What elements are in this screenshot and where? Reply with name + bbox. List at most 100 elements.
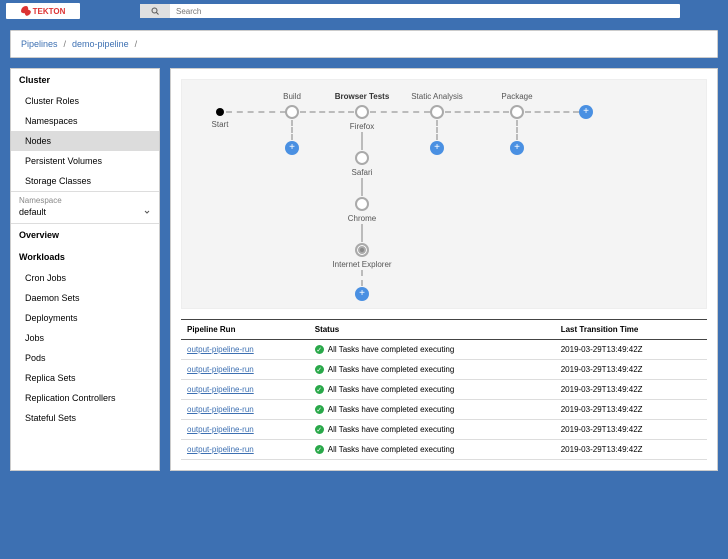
search-wrap: [140, 4, 680, 18]
edge: [370, 111, 430, 113]
edge: [516, 120, 518, 140]
sidebar-item-pods[interactable]: Pods: [11, 348, 159, 368]
col-last-transition: Last Transition Time: [555, 320, 707, 340]
success-icon: ✓: [315, 405, 324, 414]
edge: [361, 178, 363, 196]
col-status: Status: [309, 320, 555, 340]
start-label: Start: [212, 120, 229, 129]
breadcrumb: Pipelines / demo-pipeline /: [10, 30, 718, 58]
edge: [525, 111, 579, 113]
sidebar-item-jobs[interactable]: Jobs: [11, 328, 159, 348]
success-icon: ✓: [315, 385, 324, 394]
col-static-analysis: Static Analysis: [411, 92, 463, 101]
edge: [300, 111, 354, 113]
logo: TEKTON: [6, 3, 80, 19]
node-build[interactable]: [285, 105, 299, 119]
pipeline-run-link[interactable]: output-pipeline-run: [187, 365, 254, 374]
sidebar-item-persistent-volumes[interactable]: Persistent Volumes: [11, 151, 159, 171]
sidebar-cluster-head: Cluster: [11, 69, 159, 91]
status-text: All Tasks have completed executing: [328, 445, 455, 454]
edge: [361, 132, 363, 150]
main-panel: Build Browser Tests Static Analysis Pack…: [170, 68, 718, 471]
col-browser-tests: Browser Tests: [335, 92, 390, 101]
col-pipeline-run: Pipeline Run: [181, 320, 309, 340]
edge: [436, 120, 438, 140]
pipeline-runs-table: Pipeline Run Status Last Transition Time…: [181, 319, 707, 460]
success-icon: ✓: [315, 445, 324, 454]
namespace-selector[interactable]: Namespace default: [11, 191, 159, 224]
sidebar-item-stateful-sets[interactable]: Stateful Sets: [11, 408, 159, 428]
node-chrome[interactable]: [355, 197, 369, 211]
sidebar-item-nodes[interactable]: Nodes: [11, 131, 159, 151]
transition-time: 2019-03-29T13:49:42Z: [555, 400, 707, 420]
success-icon: ✓: [315, 425, 324, 434]
node-package[interactable]: [510, 105, 524, 119]
sidebar-item-daemon-sets[interactable]: Daemon Sets: [11, 288, 159, 308]
edge: [361, 224, 363, 242]
table-row: output-pipeline-run ✓ All Tasks have compl…: [181, 360, 707, 380]
table-row: output-pipeline-run ✓ All Tasks have compl…: [181, 400, 707, 420]
sidebar-item-storage-classes[interactable]: Storage Classes: [11, 171, 159, 191]
search-input[interactable]: [170, 7, 680, 16]
success-icon: ✓: [315, 365, 324, 374]
add-after-package[interactable]: +: [579, 105, 593, 119]
node-ie[interactable]: [355, 243, 369, 257]
search-icon: [151, 7, 159, 15]
transition-time: 2019-03-29T13:49:42Z: [555, 420, 707, 440]
table-row: output-pipeline-run ✓ All Tasks have compl…: [181, 420, 707, 440]
layout: Cluster Cluster RolesNamespacesNodesPers…: [10, 68, 718, 471]
breadcrumb-pipelines[interactable]: Pipelines: [21, 39, 58, 49]
pipeline-run-link[interactable]: output-pipeline-run: [187, 445, 254, 454]
sidebar-item-cron-jobs[interactable]: Cron Jobs: [11, 268, 159, 288]
sidebar-overview[interactable]: Overview: [11, 224, 159, 246]
add-under-package[interactable]: +: [510, 141, 524, 155]
transition-time: 2019-03-29T13:49:42Z: [555, 360, 707, 380]
status-text: All Tasks have completed executing: [328, 345, 455, 354]
sidebar-workloads-head: Workloads: [11, 246, 159, 268]
add-under-static[interactable]: +: [430, 141, 444, 155]
transition-time: 2019-03-29T13:49:42Z: [555, 440, 707, 460]
breadcrumb-demo-pipeline[interactable]: demo-pipeline: [72, 39, 129, 49]
sidebar-item-namespaces[interactable]: Namespaces: [11, 111, 159, 131]
add-under-ie[interactable]: +: [355, 287, 369, 301]
node-firefox[interactable]: [355, 105, 369, 119]
edge: [226, 111, 286, 113]
breadcrumb-sep: /: [135, 39, 138, 49]
sidebar-item-replica-sets[interactable]: Replica Sets: [11, 368, 159, 388]
table-row: output-pipeline-run✓All Tasks have compl…: [181, 340, 707, 360]
pipeline-diagram: Build Browser Tests Static Analysis Pack…: [181, 79, 707, 309]
add-under-build[interactable]: +: [285, 141, 299, 155]
sidebar-item-replication-controllers[interactable]: Replication Controllers: [11, 388, 159, 408]
table-row: output-pipeline-run ✓ All Tasks have compl…: [181, 380, 707, 400]
status-text: All Tasks have completed executing: [328, 405, 455, 414]
pipeline-run-link[interactable]: output-pipeline-run: [187, 385, 254, 394]
edge: [445, 111, 509, 113]
label-firefox: Firefox: [350, 122, 374, 131]
status-text: All Tasks have completed executing: [328, 425, 455, 434]
namespace-label: Namespace: [19, 196, 151, 205]
pipeline-run-link[interactable]: output-pipeline-run: [187, 345, 254, 354]
node-safari[interactable]: [355, 151, 369, 165]
pipeline-run-link[interactable]: output-pipeline-run: [187, 425, 254, 434]
node-static-analysis[interactable]: [430, 105, 444, 119]
top-bar: TEKTON: [0, 0, 728, 22]
table-row: output-pipeline-run ✓ All Tasks have compl…: [181, 440, 707, 460]
start-node: [216, 108, 224, 116]
sidebar-item-deployments[interactable]: Deployments: [11, 308, 159, 328]
label-ie: Internet Explorer: [332, 260, 391, 269]
sidebar-item-cluster-roles[interactable]: Cluster Roles: [11, 91, 159, 111]
pipeline-run-link[interactable]: output-pipeline-run: [187, 405, 254, 414]
status-text: All Tasks have completed executing: [328, 385, 455, 394]
search-button[interactable]: [140, 4, 170, 18]
namespace-value: default: [19, 207, 46, 217]
chevron-down-icon: [143, 208, 151, 216]
logo-text: TEKTON: [33, 7, 66, 16]
col-build: Build: [283, 92, 301, 101]
status-text: All Tasks have completed executing: [328, 365, 455, 374]
label-safari: Safari: [352, 168, 373, 177]
breadcrumb-sep: /: [64, 39, 67, 49]
transition-time: 2019-03-29T13:49:42Z: [555, 380, 707, 400]
label-chrome: Chrome: [348, 214, 376, 223]
transition-time: 2019-03-29T13:49:42Z: [555, 340, 707, 360]
logo-icon: [21, 6, 31, 16]
